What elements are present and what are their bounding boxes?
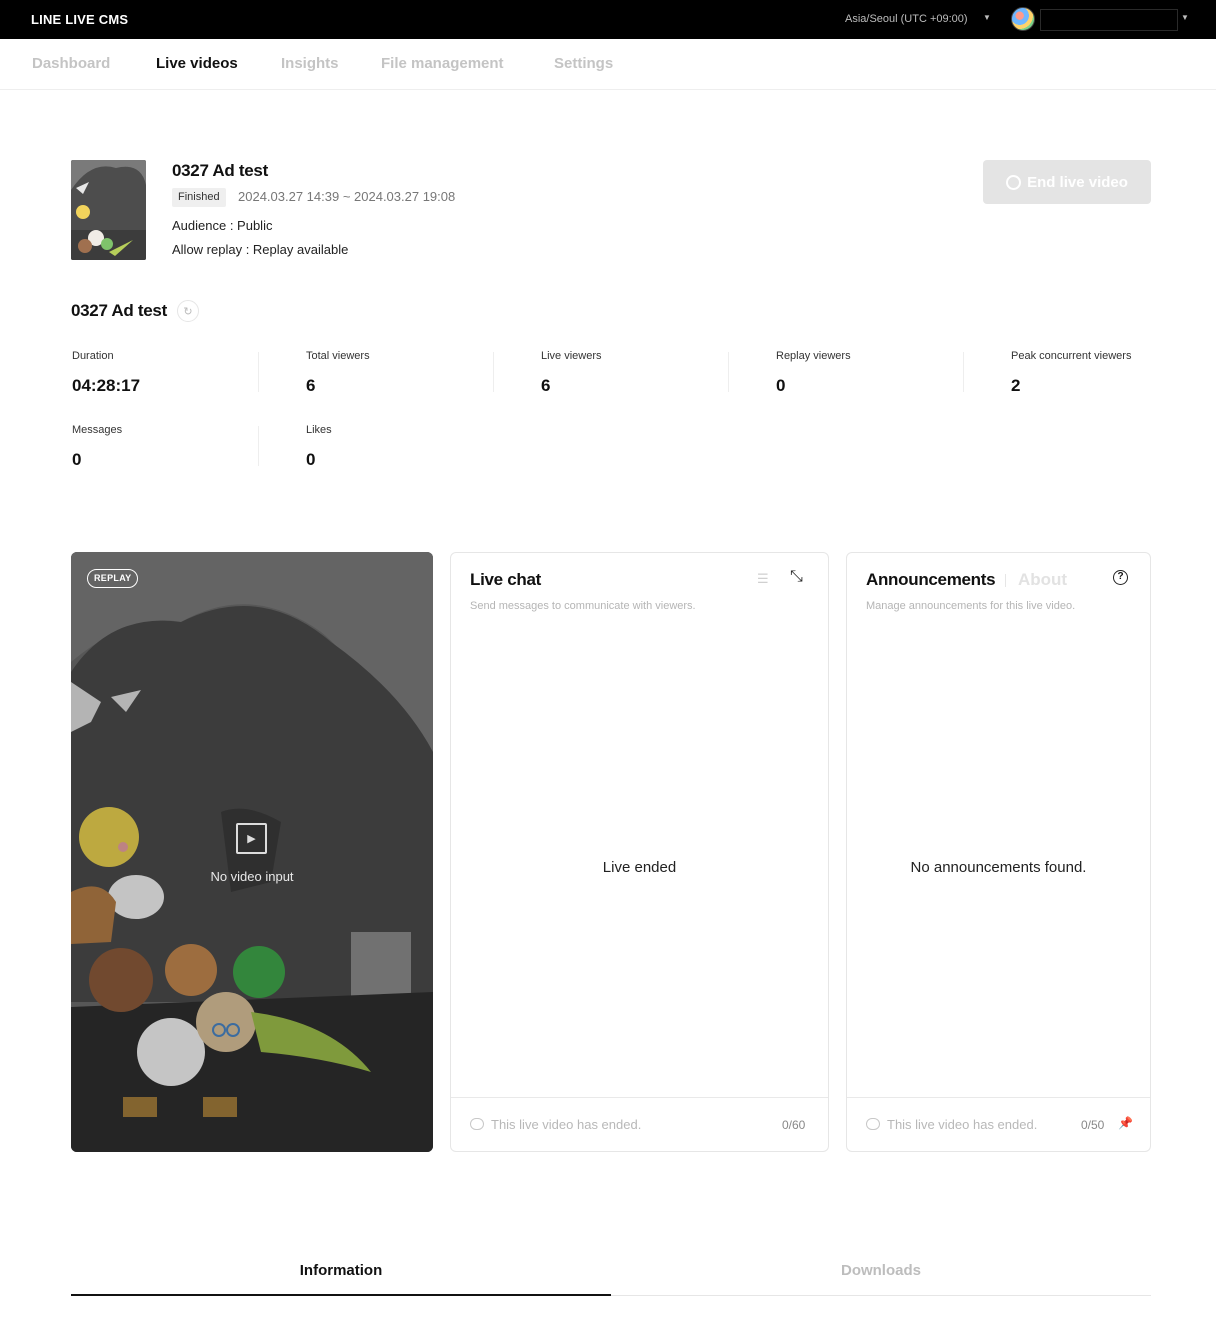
announcement-char-count: 0/50 <box>1081 1118 1105 1132</box>
announcement-input-footer[interactable]: This live video has ended. 0/50 📌 <box>847 1097 1150 1151</box>
stat-label: Messages <box>72 424 123 436</box>
video-date-range: 2024.03.27 14:39 ~ 2024.03.27 19:08 <box>238 189 456 204</box>
divider <box>258 352 259 392</box>
avatar[interactable] <box>1011 7 1035 31</box>
live-chat-title: Live chat <box>470 570 541 589</box>
divider <box>728 352 729 392</box>
divider <box>493 352 494 392</box>
announcements-title: Announcements <box>866 570 996 589</box>
chat-input-footer[interactable]: This live video has ended. 0/60 <box>451 1097 828 1151</box>
stat-value: 0 <box>776 376 786 395</box>
nav-insights[interactable]: Insights <box>281 55 339 72</box>
stat-label: Peak concurrent viewers <box>1011 350 1132 362</box>
pin-icon[interactable]: 📌 <box>1118 1116 1133 1130</box>
stat-value: 04:28:17 <box>72 376 141 395</box>
no-video-input-text: No video input <box>210 869 294 884</box>
chat-bubble-icon <box>470 1118 484 1130</box>
list-icon[interactable]: ☰ <box>757 571 769 587</box>
video-player[interactable]: REPLAY ▶ No video input <box>71 552 433 1152</box>
stat-likes: Likes 0 <box>306 424 332 470</box>
live-chat-subtitle: Send messages to communicate with viewer… <box>470 600 696 612</box>
stat-value: 6 <box>541 376 551 395</box>
stats-title: 0327 Ad test <box>71 301 167 320</box>
announcements-subtitle: Manage announcements for this live video… <box>866 600 1076 612</box>
divider <box>611 1295 1151 1296</box>
video-thumbnail <box>71 160 146 260</box>
status-badge: Finished <box>172 188 226 207</box>
tab-indicator <box>71 1294 611 1296</box>
divider <box>1005 574 1006 587</box>
chevron-down-icon[interactable]: ▼ <box>983 13 991 22</box>
nav-live-videos[interactable]: Live videos <box>156 55 238 72</box>
nav-settings[interactable]: Settings <box>554 55 613 72</box>
replay-badge: REPLAY <box>87 569 139 588</box>
tab-information[interactable]: Information <box>71 1262 611 1279</box>
stat-duration: Duration 04:28:17 <box>72 350 140 396</box>
stat-value: 0 <box>306 450 316 469</box>
timezone-selector[interactable]: Asia/Seoul (UTC +09:00) <box>845 13 968 25</box>
nav-dashboard[interactable]: Dashboard <box>32 55 110 72</box>
chat-ended-placeholder: This live video has ended. <box>491 1117 642 1132</box>
stat-total-viewers: Total viewers 6 <box>306 350 370 396</box>
nav-file-management[interactable]: File management <box>381 55 504 72</box>
chevron-down-icon[interactable]: ▼ <box>1181 13 1189 22</box>
live-chat-panel: Live chat Send messages to communicate w… <box>450 552 829 1152</box>
chat-char-count: 0/60 <box>782 1118 806 1132</box>
stop-icon <box>1006 174 1022 190</box>
stat-label: Total viewers <box>306 350 370 362</box>
stat-live-viewers: Live viewers 6 <box>541 350 602 396</box>
divider <box>963 352 964 392</box>
tab-downloads[interactable]: Downloads <box>611 1262 1151 1279</box>
stat-value: 2 <box>1011 376 1021 395</box>
stat-label: Replay viewers <box>776 350 851 362</box>
stat-replay-viewers: Replay viewers 0 <box>776 350 851 396</box>
audience-text: Audience : Public <box>172 218 273 233</box>
stat-label: Likes <box>306 424 332 436</box>
refresh-icon[interactable]: ↻ <box>177 300 199 322</box>
stat-value: 6 <box>306 376 316 395</box>
main-nav: Dashboard Live videos Insights File mana… <box>0 39 1216 90</box>
allow-replay-text: Allow replay : Replay available <box>172 242 349 257</box>
tab-about[interactable]: About <box>1018 570 1067 590</box>
announcement-ended-placeholder: This live video has ended. <box>887 1117 1038 1132</box>
end-live-video-label: End live video <box>1027 173 1128 191</box>
account-selector[interactable] <box>1040 9 1178 31</box>
no-announcements-text: No announcements found. <box>910 859 1087 876</box>
divider <box>258 426 259 466</box>
brand-logo[interactable]: LINE LIVE CMS <box>31 12 128 27</box>
end-live-video-button[interactable]: End live video <box>983 160 1151 204</box>
stat-peak-concurrent-viewers: Peak concurrent viewers 2 <box>1011 350 1131 396</box>
stat-label: Duration <box>72 350 114 362</box>
expand-icon[interactable]: ⤡ <box>790 568 803 586</box>
stat-label: Live viewers <box>541 350 602 362</box>
top-bar: LINE LIVE CMS Asia/Seoul (UTC +09:00) ▼ … <box>0 0 1216 39</box>
live-ended-text: Live ended <box>602 859 677 876</box>
stat-messages: Messages 0 <box>72 424 122 470</box>
help-icon[interactable]: ? <box>1113 570 1128 585</box>
chat-bubble-icon <box>866 1118 880 1130</box>
video-title: 0327 Ad test <box>172 161 268 180</box>
play-icon[interactable]: ▶ <box>236 823 267 854</box>
announcements-panel: Announcements About ? Manage announcemen… <box>846 552 1151 1152</box>
stat-value: 0 <box>72 450 82 469</box>
